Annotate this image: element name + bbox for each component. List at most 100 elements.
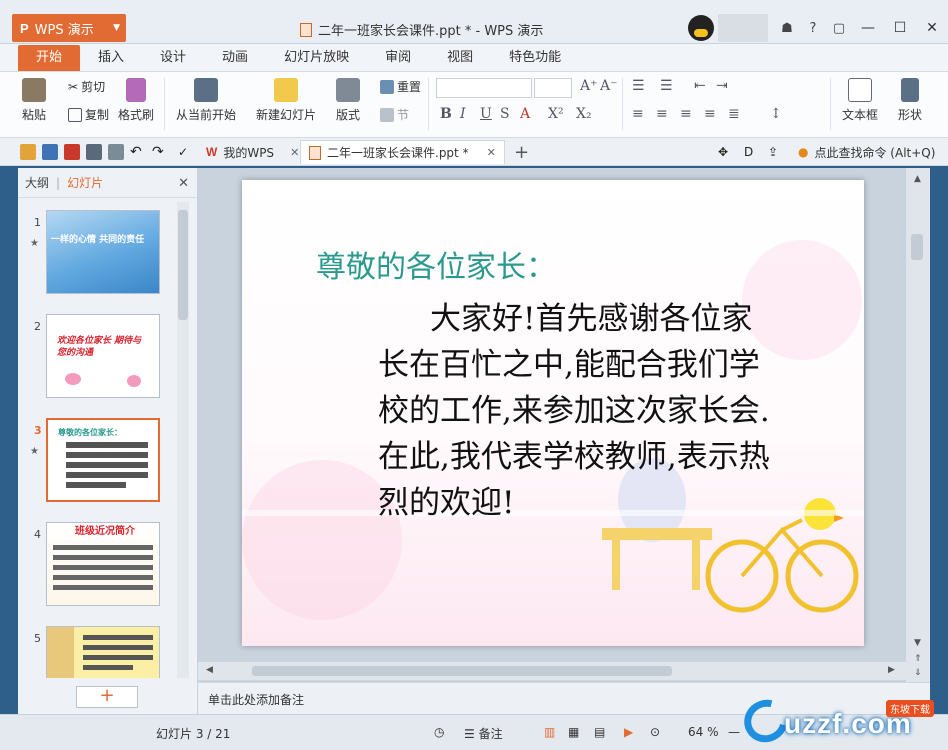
align-left-icon[interactable]: ≡ <box>632 106 644 122</box>
normal-view-icon[interactable]: ▥ <box>544 725 555 739</box>
slide-body-text[interactable]: 大家好!首先感谢各位家长在百忙之中,能配合我们学校的工作,来参加这次家长会.在此… <box>378 296 772 526</box>
slide-thumbnail-image[interactable]: 尊敬的各位家长： <box>46 418 160 502</box>
subscript-icon[interactable]: X₂ <box>576 106 592 122</box>
tab-outline[interactable]: 大纲 <box>22 174 52 191</box>
underline-icon[interactable]: U <box>480 106 492 122</box>
notes-placeholder[interactable]: 单击此处添加备注 <box>208 691 304 708</box>
horizontal-scrollbar[interactable]: ◀ ▶ <box>198 662 906 680</box>
slide-thumbnail-selected[interactable]: 3 ★ 尊敬的各位家长： <box>18 412 178 508</box>
slide-canvas[interactable]: 尊敬的各位家长： 大家好!首先感谢各位家长在百忙之中,能配合我们学校的工作,来参… <box>242 180 864 646</box>
upload-icon[interactable]: ⇪ <box>768 144 784 160</box>
command-search[interactable]: ● 点此查找命令 (Alt+Q) <box>790 140 943 164</box>
cut-button[interactable]: ✂ 剪切 <box>68 78 105 95</box>
slide-sorter-icon[interactable]: ▦ <box>568 725 579 739</box>
scroll-right-icon[interactable]: ▶ <box>888 665 895 675</box>
app-menu-button[interactable]: P WPS 演示 ▼ <box>12 14 126 42</box>
layout-button[interactable]: 版式 <box>336 78 360 123</box>
window-maximize-button[interactable]: ☐ <box>884 20 916 36</box>
reading-view-icon[interactable]: ▤ <box>594 725 605 739</box>
superscript-icon[interactable]: X² <box>548 106 564 122</box>
font-size-select[interactable] <box>534 78 572 98</box>
distribute-icon[interactable]: ≣ <box>728 106 740 122</box>
user-account-area[interactable] <box>718 14 768 42</box>
tab-slideshow[interactable]: 幻灯片放映 <box>266 45 367 71</box>
new-slide-button[interactable]: 新建幻灯片 <box>256 78 316 123</box>
tab-animation[interactable]: 动画 <box>204 45 266 71</box>
thumbnail-scrollbar[interactable] <box>177 202 189 678</box>
add-slide-button[interactable]: + <box>76 686 138 708</box>
justify-icon[interactable]: ≡ <box>704 106 716 122</box>
previous-slide-icon[interactable]: ⇑ <box>914 654 922 664</box>
tab-slides[interactable]: 幻灯片 <box>64 174 106 191</box>
align-right-icon[interactable]: ≡ <box>680 106 692 122</box>
slide-thumbnail[interactable]: 5 <box>18 620 178 678</box>
zoom-level[interactable]: 64 % <box>688 725 719 739</box>
numbered-list-icon[interactable]: ☰ <box>660 78 673 94</box>
export-pdf-icon[interactable] <box>64 144 80 160</box>
tab-view[interactable]: 视图 <box>429 45 491 71</box>
scrollbar-thumb[interactable] <box>911 234 923 260</box>
redo-icon[interactable]: ↷ <box>152 144 168 160</box>
zoom-out-icon[interactable]: — <box>728 725 740 739</box>
from-current-button[interactable]: 从当前开始 <box>176 78 236 123</box>
tab-my-wps[interactable]: W 我的WPS ✕ <box>198 140 307 164</box>
open-folder-icon[interactable] <box>20 144 36 160</box>
font-color-icon[interactable]: A <box>520 106 530 122</box>
vertical-scrollbar[interactable]: ▲ ▼ ⇑ ⇓ <box>906 168 930 682</box>
increase-font-icon[interactable]: A⁺ <box>580 78 598 94</box>
section-button[interactable]: 节 <box>380 106 409 123</box>
next-slide-icon[interactable]: ⇓ <box>914 668 922 678</box>
slide-thumbnail[interactable]: 4 班级近况简介 <box>18 516 178 612</box>
zoom-fit-icon[interactable]: ⊙ <box>650 725 660 739</box>
slide-title[interactable]: 尊敬的各位家长： <box>316 242 556 286</box>
tab-current-document[interactable]: 二年一班家长会课件.ppt * ✕ <box>300 140 505 164</box>
italic-icon[interactable]: I <box>460 106 466 122</box>
tools-icon[interactable]: ✥ <box>718 144 734 160</box>
sync-icon[interactable]: D <box>744 144 760 160</box>
slideshow-play-icon[interactable]: ▶ <box>624 725 633 739</box>
history-icon[interactable]: ◷ <box>434 725 444 739</box>
print-preview-icon[interactable] <box>108 144 124 160</box>
close-tab-icon[interactable]: ✕ <box>487 146 496 159</box>
slide-thumbnail[interactable]: 1 ★ 一样的心情 共同的责任 <box>18 204 178 300</box>
shape-button[interactable]: 形状 <box>898 78 922 123</box>
decrease-font-icon[interactable]: A⁻ <box>600 78 618 94</box>
close-panel-icon[interactable]: ✕ <box>178 176 189 191</box>
help-icon[interactable]: ? <box>800 21 826 36</box>
window-minimize-button[interactable]: — <box>852 20 884 36</box>
strikethrough-icon[interactable]: S <box>500 106 510 122</box>
indent-decrease-icon[interactable]: ⇤ <box>694 78 706 94</box>
slide-thumbnail-image[interactable] <box>46 626 160 678</box>
window-close-button[interactable]: ✕ <box>916 20 948 36</box>
scroll-up-icon[interactable]: ▲ <box>914 174 921 184</box>
font-name-select[interactable] <box>436 78 532 98</box>
notes-toggle[interactable]: ☰ 备注 <box>464 725 503 742</box>
tab-design[interactable]: 设计 <box>142 45 204 71</box>
scrollbar-thumb[interactable] <box>252 666 672 676</box>
save-icon[interactable] <box>42 144 58 160</box>
scrollbar-thumb[interactable] <box>178 210 188 320</box>
bullet-list-icon[interactable]: ☰ <box>632 78 645 94</box>
customize-icon[interactable]: ✓ <box>178 144 194 160</box>
align-center-icon[interactable]: ≡ <box>656 106 668 122</box>
paste-button[interactable]: 粘贴 <box>22 78 46 123</box>
bold-icon[interactable]: B <box>440 106 452 122</box>
tab-special[interactable]: 特色功能 <box>491 45 579 71</box>
tab-home[interactable]: 开始 <box>18 45 81 71</box>
reset-button[interactable]: 重置 <box>380 78 421 95</box>
tab-insert[interactable]: 插入 <box>80 45 142 71</box>
line-spacing-icon[interactable]: ↕ <box>770 106 782 122</box>
qq-penguin-icon[interactable] <box>688 15 714 41</box>
slide-thumbnail-image[interactable]: 班级近况简介 <box>46 522 160 606</box>
close-tab-icon[interactable]: ✕ <box>290 146 299 159</box>
undo-icon[interactable]: ↶ <box>130 144 146 160</box>
indent-increase-icon[interactable]: ⇥ <box>716 78 728 94</box>
slide-thumbnail-image[interactable]: 欢迎各位家长 期待与您的沟通 <box>46 314 160 398</box>
minimize-ribbon-icon[interactable]: ▢ <box>826 21 852 36</box>
copy-button[interactable]: 复制 <box>68 106 109 123</box>
scroll-left-icon[interactable]: ◀ <box>206 665 213 675</box>
slide-thumbnail-image[interactable]: 一样的心情 共同的责任 <box>46 210 160 294</box>
skin-shirt-icon[interactable]: ☗ <box>774 21 800 36</box>
new-tab-button[interactable]: + <box>506 140 537 164</box>
format-painter-button[interactable]: 格式刷 <box>118 78 154 123</box>
